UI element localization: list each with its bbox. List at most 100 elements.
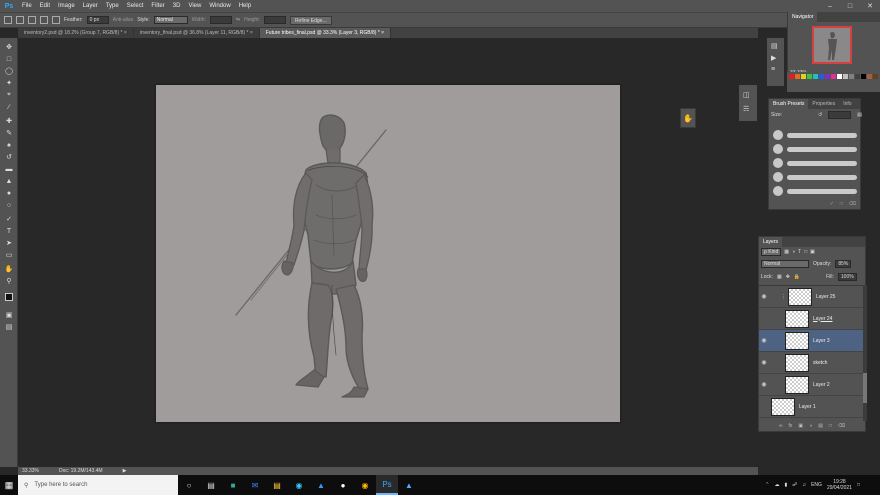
swatch[interactable] <box>843 74 848 79</box>
opacity-input[interactable]: 85% <box>835 259 852 268</box>
width-input[interactable] <box>209 16 232 24</box>
new-selection-icon[interactable] <box>16 16 24 24</box>
intersect-selection-icon[interactable] <box>52 16 60 24</box>
brush-icon[interactable]: ✋ <box>683 114 693 123</box>
layers-scrollbar[interactable] <box>863 285 867 421</box>
menu-3d[interactable]: 3D <box>169 3 185 9</box>
onedrive-icon[interactable]: ☁ <box>775 482 780 488</box>
menu-edit[interactable]: Edit <box>36 3 54 9</box>
swatch[interactable] <box>837 74 842 79</box>
layer-style-icon[interactable]: fx <box>789 423 793 432</box>
menu-type[interactable]: Type <box>102 3 123 9</box>
reset-icon[interactable]: ↺ <box>818 112 822 118</box>
filter-adjust-icon[interactable]: ◑ <box>792 249 795 255</box>
height-input[interactable] <box>263 16 286 24</box>
arrange-icon[interactable]: ☴ <box>743 105 749 113</box>
layer-row[interactable]: ◉ ⋮ Layer 25 <box>759 286 863 308</box>
delete-icon[interactable]: ⌫ <box>849 201 856 209</box>
layer-row[interactable]: ◉ Layer 3 <box>759 330 863 352</box>
screen-mode-icon[interactable]: ▤ <box>4 322 14 332</box>
marquee-tool-icon[interactable] <box>4 16 12 24</box>
history-icon[interactable]: ▤ <box>771 42 778 50</box>
swatch[interactable] <box>801 74 806 79</box>
lock-position-icon[interactable]: ✥ <box>786 274 790 280</box>
history-brush-tool-icon[interactable]: ↺ <box>4 152 14 162</box>
layer-row[interactable]: Layer 1 <box>759 396 863 418</box>
battery-icon[interactable]: ▮ <box>785 482 788 488</box>
brush-preset-item[interactable] <box>773 143 858 155</box>
filter-type-icon[interactable]: T <box>798 249 801 255</box>
subtract-selection-icon[interactable] <box>40 16 48 24</box>
status-zoom[interactable]: 33.33% <box>22 468 39 474</box>
blur-tool-icon[interactable]: ● <box>4 188 14 198</box>
refine-edge-button[interactable]: Refine Edge... <box>289 15 332 25</box>
app-icon[interactable]: ▲ <box>398 475 420 495</box>
brush-preset-item[interactable] <box>773 157 858 169</box>
menu-file[interactable]: File <box>18 3 36 9</box>
close-icon[interactable]: ✕ <box>860 0 880 12</box>
swatch[interactable] <box>861 74 866 79</box>
status-arrow-icon[interactable]: ▶ <box>123 468 127 474</box>
menu-select[interactable]: Select <box>123 3 148 9</box>
brush-tool-icon[interactable]: ✎ <box>4 128 14 138</box>
windows-start-icon[interactable]: ▦ <box>0 475 18 495</box>
brush-size-input[interactable] <box>828 111 852 119</box>
style-select[interactable]: Normal <box>153 16 188 24</box>
swatch[interactable] <box>819 74 824 79</box>
lock-pixels-icon[interactable]: ▦ <box>777 274 782 280</box>
file-explorer-icon[interactable]: ▤ <box>266 475 288 495</box>
new-group-icon[interactable]: ▤ <box>818 423 823 432</box>
move-tool-icon[interactable]: ✥ <box>4 42 14 52</box>
scrollbar-thumb[interactable] <box>863 373 867 403</box>
language-indicator[interactable]: ENG <box>811 482 822 488</box>
network-icon[interactable]: ☍ <box>792 482 797 488</box>
swatch[interactable] <box>831 74 836 79</box>
floating-tool-panel[interactable]: ✋ <box>680 108 696 128</box>
tab-properties[interactable]: Properties <box>808 99 839 109</box>
pen-tool-icon[interactable]: ✓ <box>4 214 14 224</box>
chrome-icon[interactable]: ◉ <box>354 475 376 495</box>
swatch[interactable] <box>813 74 818 79</box>
3d-icon[interactable]: ◫ <box>743 91 750 99</box>
adjustment-layer-icon[interactable]: ◑ <box>809 423 812 432</box>
fill-input[interactable]: 100% <box>837 272 857 281</box>
layer-row[interactable]: ◉ sketch <box>759 352 863 374</box>
chevron-up-icon[interactable]: ⌃ <box>765 482 769 488</box>
path-select-tool-icon[interactable]: ➤ <box>4 238 14 248</box>
photoshop-taskbar-icon[interactable]: Ps <box>376 475 398 495</box>
volume-icon[interactable]: ♫ <box>802 482 806 488</box>
layer-row[interactable]: ◉ Layer 2 <box>759 374 863 396</box>
tab-future-tribes-final[interactable]: Future tribes_final.psd @ 33.3% (Layer 3… <box>259 28 392 38</box>
swatch[interactable] <box>789 74 794 79</box>
toggle-icon[interactable]: ✓ <box>830 201 834 209</box>
dodge-tool-icon[interactable]: ○ <box>4 200 14 210</box>
filter-smart-icon[interactable]: ▣ <box>810 249 815 255</box>
marquee-tool-icon[interactable]: □ <box>4 54 14 64</box>
visibility-eye-icon[interactable]: ◉ <box>759 337 769 344</box>
healing-brush-tool-icon[interactable]: ✚ <box>4 116 14 126</box>
notifications-icon[interactable]: □ <box>857 482 860 488</box>
menu-layer[interactable]: Layer <box>79 3 102 9</box>
app-icon[interactable]: ● <box>332 475 354 495</box>
add-mask-icon[interactable]: ▣ <box>798 423 803 432</box>
maximize-icon[interactable]: □ <box>840 0 860 12</box>
tab-close-icon[interactable]: × <box>124 30 127 36</box>
tab-brush-presets[interactable]: Brush Presets <box>769 99 809 109</box>
cortana-icon[interactable]: ○ <box>178 475 200 495</box>
tab-close-icon[interactable]: × <box>250 30 253 36</box>
tab-close-icon[interactable]: × <box>381 30 384 36</box>
tab-inventory2[interactable]: inventory2.psd @ 18.2% (Group 7, RGB/8) … <box>18 28 134 38</box>
visibility-eye-icon[interactable]: ◉ <box>759 293 769 300</box>
document-canvas[interactable] <box>156 85 620 422</box>
menu-help[interactable]: Help <box>235 3 255 9</box>
delete-layer-icon[interactable]: ⌫ <box>838 423 845 432</box>
swatch[interactable] <box>795 74 800 79</box>
navigator-preview[interactable] <box>812 26 852 64</box>
menu-image[interactable]: Image <box>54 3 79 9</box>
shape-tool-icon[interactable]: ▭ <box>4 250 14 260</box>
layer-filter-select[interactable]: ρ Kind <box>761 248 782 256</box>
swatch[interactable] <box>873 74 878 79</box>
anti-alias-checkbox[interactable]: Anti-alias <box>113 17 134 23</box>
mail-icon[interactable]: ✉ <box>244 475 266 495</box>
store-icon[interactable]: ▲ <box>310 475 332 495</box>
